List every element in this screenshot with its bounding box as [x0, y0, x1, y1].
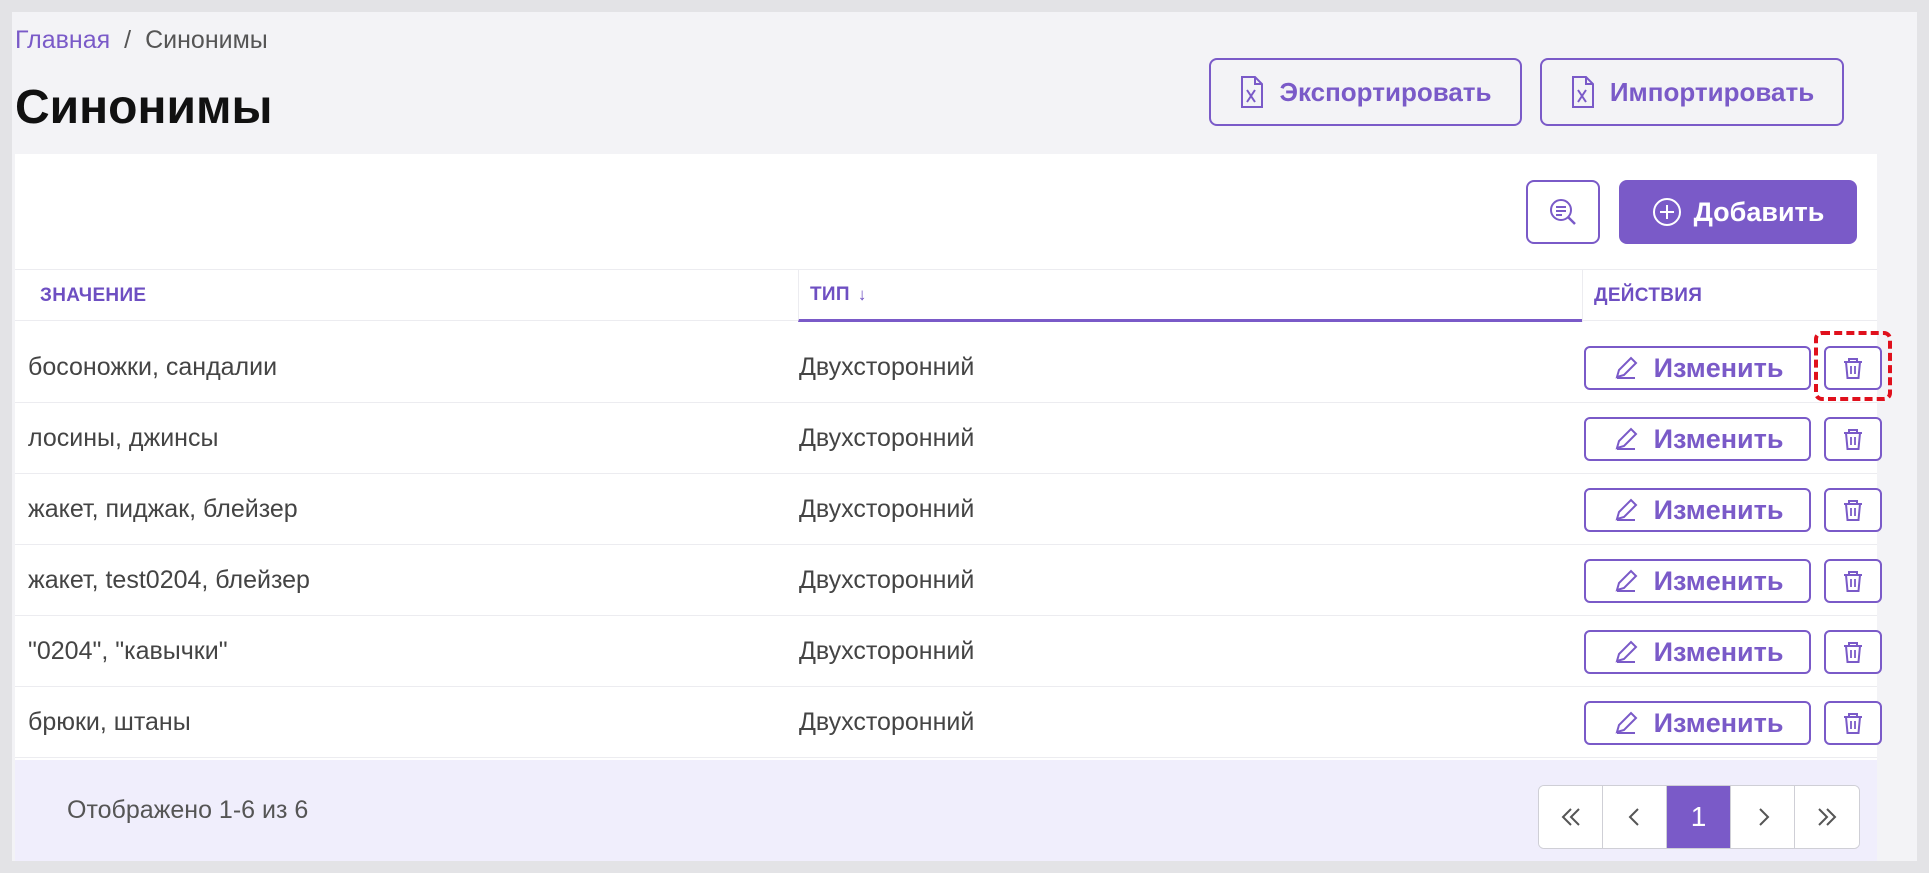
- pencil-icon: [1615, 711, 1637, 734]
- chevron-right-icon: [1758, 808, 1769, 826]
- pencil-icon: [1615, 427, 1637, 450]
- import-button-label: Импортировать: [1609, 76, 1815, 107]
- pencil-icon: [1615, 356, 1637, 379]
- cell-value: босоножки, сандалии: [28, 353, 278, 381]
- export-button[interactable]: Экспортировать: [1209, 58, 1522, 126]
- edit-button[interactable]: Изменить: [1584, 346, 1811, 390]
- edit-button-label: Изменить: [1653, 636, 1784, 667]
- cell-type: Двухсторонний: [799, 637, 975, 665]
- table-header: ЗНАЧЕНИЕ ТИП ↓ ДЕЙСТВИЯ: [15, 269, 1877, 322]
- cell-type: Двухсторонний: [799, 495, 975, 523]
- cell-type: Двухсторонний: [799, 424, 975, 452]
- table-row: жакет, пиджак, блейзер Двухсторонний Измен…: [15, 474, 1882, 545]
- trash-icon: [1844, 571, 1862, 592]
- edit-button[interactable]: Изменить: [1584, 559, 1811, 603]
- cell-value: жакет, test0204, блейзер: [28, 566, 310, 594]
- sort-arrow-icon: ↓: [857, 284, 867, 304]
- breadcrumb-current: Синонимы: [145, 26, 268, 54]
- records-summary: Отображено 1-6 из 6: [67, 796, 309, 824]
- excel-file-icon: [1571, 76, 1594, 108]
- edit-button[interactable]: Изменить: [1584, 417, 1811, 461]
- pencil-icon: [1615, 640, 1637, 663]
- table-row: "0204", "кавычки" Двухсторонний Изменить: [15, 616, 1882, 687]
- edit-button-label: Изменить: [1653, 494, 1784, 525]
- pencil-icon: [1615, 569, 1637, 592]
- trash-icon: [1844, 429, 1862, 450]
- cell-type: Двухсторонний: [799, 566, 975, 594]
- pagination: 1: [1538, 785, 1860, 849]
- import-button[interactable]: Импортировать: [1540, 58, 1844, 126]
- pagination-last-button[interactable]: [1795, 786, 1859, 848]
- double-chevron-right-icon: [1818, 808, 1837, 826]
- column-header-actions: ДЕЙСТВИЯ: [1582, 270, 1877, 322]
- edit-button-label: Изменить: [1653, 423, 1784, 454]
- trash-icon: [1844, 500, 1862, 521]
- edit-button[interactable]: Изменить: [1584, 488, 1811, 532]
- cell-value: лосины, джинсы: [28, 424, 219, 452]
- cell-value: брюки, штаны: [28, 708, 191, 736]
- cell-type: Двухсторонний: [799, 708, 975, 736]
- edit-button[interactable]: Изменить: [1584, 630, 1811, 674]
- pagination-next-button[interactable]: [1731, 786, 1795, 848]
- excel-file-icon: [1241, 76, 1264, 108]
- edit-button-label: Изменить: [1653, 565, 1784, 596]
- delete-button[interactable]: [1824, 488, 1882, 532]
- trash-icon: [1844, 713, 1862, 734]
- column-header-type-label: ТИП: [810, 283, 850, 305]
- table-row: босоножки, сандалии Двухсторонний Изменить: [15, 332, 1882, 403]
- pagination-first-button[interactable]: [1539, 786, 1603, 848]
- table-footer: Отображено 1-6 из 6 1: [15, 760, 1877, 861]
- delete-button[interactable]: [1824, 630, 1882, 674]
- delete-button-highlight: [1814, 331, 1892, 401]
- trash-icon: [1844, 642, 1862, 663]
- table-row: жакет, test0204, блейзер Двухсторонний Изм…: [15, 545, 1882, 616]
- search-filter-icon: [1550, 199, 1576, 225]
- page-title: Синонимы: [15, 81, 273, 134]
- breadcrumb: Главная / Синонимы: [15, 26, 268, 55]
- table-row: лосины, джинсы Двухсторонний Изменить: [15, 403, 1882, 474]
- delete-button[interactable]: [1824, 417, 1882, 461]
- table-row: брюки, штаны Двухсторонний Изменить: [15, 687, 1882, 758]
- delete-button[interactable]: [1824, 701, 1882, 745]
- edit-button-label: Изменить: [1653, 352, 1784, 383]
- add-button-label: Добавить: [1693, 196, 1825, 227]
- edit-button-label: Изменить: [1653, 707, 1784, 738]
- add-button[interactable]: Добавить: [1619, 180, 1857, 244]
- breadcrumb-separator: /: [124, 26, 132, 54]
- chevron-left-icon: [1628, 808, 1639, 826]
- delete-button[interactable]: [1824, 559, 1882, 603]
- plus-circle-icon: [1652, 198, 1681, 226]
- breadcrumb-home-link[interactable]: Главная: [15, 26, 110, 55]
- pagination-page-1[interactable]: 1: [1667, 786, 1731, 848]
- cell-value: "0204", "кавычки": [28, 637, 228, 665]
- pencil-icon: [1615, 498, 1637, 521]
- pagination-prev-button[interactable]: [1603, 786, 1667, 848]
- search-filter-button[interactable]: [1526, 180, 1600, 244]
- cell-value: жакет, пиджак, блейзер: [28, 495, 298, 523]
- edit-button[interactable]: Изменить: [1584, 701, 1811, 745]
- column-header-value: ЗНАЧЕНИЕ: [40, 285, 147, 306]
- cell-type: Двухсторонний: [799, 353, 975, 381]
- column-header-type[interactable]: ТИП ↓: [798, 270, 1582, 322]
- double-chevron-left-icon: [1561, 808, 1580, 826]
- export-button-label: Экспортировать: [1279, 76, 1492, 107]
